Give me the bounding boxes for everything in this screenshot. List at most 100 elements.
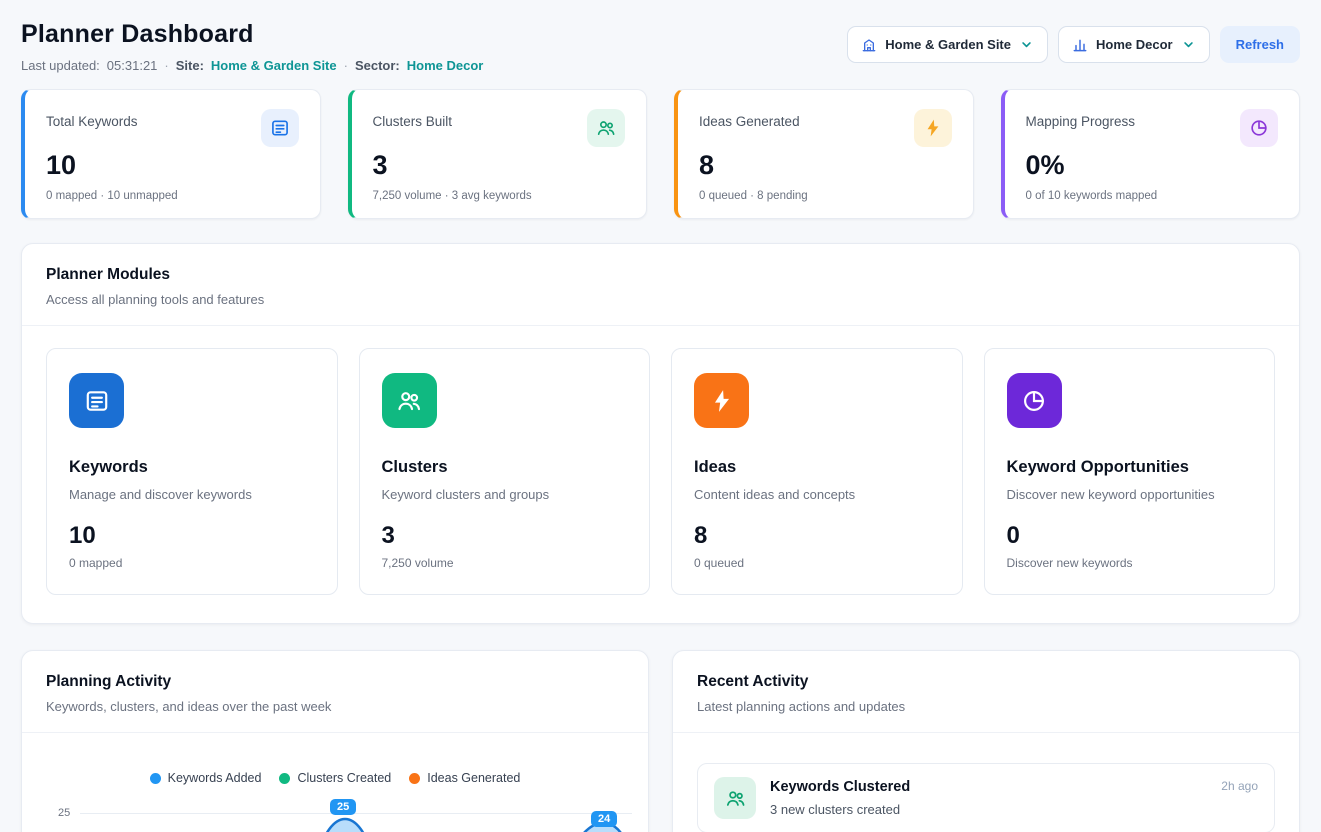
users-icon xyxy=(587,109,625,147)
area-series-keywords-added xyxy=(80,793,632,832)
bolt-icon xyxy=(694,373,749,428)
legend-label: Keywords Added xyxy=(168,771,262,785)
module-value: 0 xyxy=(1007,522,1253,550)
users-icon xyxy=(714,777,756,819)
module-value: 8 xyxy=(694,522,940,550)
stat-card-total-keywords: Total Keywords 10 0 mapped · 10 unmapped xyxy=(21,89,321,219)
stat-detail: 0 mapped · 10 unmapped xyxy=(46,190,299,202)
header-actions: Home & Garden Site Home Decor Refresh xyxy=(847,26,1300,63)
stat-detail: 0 queued · 8 pending xyxy=(699,190,952,202)
stat-card-mapping-progress: Mapping Progress 0% 0 of 10 keywords map… xyxy=(1001,89,1301,219)
building-icon xyxy=(861,37,877,53)
module-title: Keyword Opportunities xyxy=(1007,458,1253,477)
data-point-label: 25 xyxy=(330,799,356,815)
sector-label: Sector: xyxy=(355,58,400,73)
panel-title: Planning Activity xyxy=(46,673,624,691)
legend-dot xyxy=(150,773,161,784)
pie-chart-icon xyxy=(1007,373,1062,428)
header-left: Planner Dashboard Last updated: 05:31:21… xyxy=(21,20,483,73)
activity-item-description: 3 new clusters created xyxy=(770,802,1207,817)
module-description: Content ideas and concepts xyxy=(694,487,940,502)
document-icon xyxy=(261,109,299,147)
planner-dashboard-page: Planner Dashboard Last updated: 05:31:21… xyxy=(0,0,1321,832)
module-description: Keyword clusters and groups xyxy=(382,487,628,502)
panel-subtitle: Keywords, clusters, and ideas over the p… xyxy=(46,699,624,714)
data-point-label: 24 xyxy=(591,811,617,827)
stat-card-ideas-generated: Ideas Generated 8 0 queued · 8 pending xyxy=(674,89,974,219)
last-updated-label: Last updated: xyxy=(21,58,100,73)
chevron-down-icon xyxy=(1019,37,1034,52)
stat-value: 8 xyxy=(699,150,952,181)
module-card-keywords[interactable]: Keywords Manage and discover keywords 10… xyxy=(46,348,338,595)
panel-title: Planner Modules xyxy=(46,266,1275,284)
recent-activity-header: Recent Activity Latest planning actions … xyxy=(673,651,1299,733)
stat-label: Mapping Progress xyxy=(1026,109,1136,129)
panel-subtitle: Access all planning tools and features xyxy=(46,292,1275,307)
activity-chart: 25 25 24 xyxy=(22,793,648,832)
header-meta: Last updated: 05:31:21 · Site: Home & Ga… xyxy=(21,58,483,73)
sector-selector-value: Home Decor xyxy=(1096,37,1173,52)
chart-legend: Keywords Added Clusters Created Ideas Ge… xyxy=(22,771,648,785)
bar-chart-icon xyxy=(1072,37,1088,53)
meta-separator: · xyxy=(344,58,348,73)
activity-list-item: Keywords Clustered 3 new clusters create… xyxy=(697,763,1275,832)
module-detail: Discover new keywords xyxy=(1007,556,1253,570)
bolt-icon xyxy=(914,109,952,147)
document-icon xyxy=(69,373,124,428)
module-card-clusters[interactable]: Clusters Keyword clusters and groups 3 7… xyxy=(359,348,651,595)
stat-value: 3 xyxy=(373,150,626,181)
stat-label: Clusters Built xyxy=(373,109,453,129)
module-value: 10 xyxy=(69,522,315,550)
y-axis-tick: 25 xyxy=(58,807,70,819)
module-card-keyword-opportunities[interactable]: Keyword Opportunities Discover new keywo… xyxy=(984,348,1276,595)
module-description: Manage and discover keywords xyxy=(69,487,315,502)
sector-value: Home Decor xyxy=(407,58,484,73)
stat-label: Ideas Generated xyxy=(699,109,800,129)
last-updated-value: 05:31:21 xyxy=(107,58,158,73)
meta-separator: · xyxy=(164,58,168,73)
module-title: Ideas xyxy=(694,458,940,477)
planner-modules-panel: Planner Modules Access all planning tool… xyxy=(21,243,1300,624)
stats-row: Total Keywords 10 0 mapped · 10 unmapped… xyxy=(21,89,1300,219)
site-selector-dropdown[interactable]: Home & Garden Site xyxy=(847,26,1048,63)
panel-subtitle: Latest planning actions and updates xyxy=(697,699,1275,714)
legend-label: Ideas Generated xyxy=(427,771,520,785)
users-icon xyxy=(382,373,437,428)
legend-item-ideas-generated: Ideas Generated xyxy=(409,771,520,785)
activity-item-title: Keywords Clustered xyxy=(770,779,1207,795)
sector-selector-dropdown[interactable]: Home Decor xyxy=(1058,26,1210,63)
stat-detail: 7,250 volume · 3 avg keywords xyxy=(373,190,626,202)
site-label: Site: xyxy=(176,58,204,73)
module-detail: 0 queued xyxy=(694,556,940,570)
stat-card-clusters-built: Clusters Built 3 7,250 volume · 3 avg ke… xyxy=(348,89,648,219)
chevron-down-icon xyxy=(1181,37,1196,52)
legend-item-clusters-created: Clusters Created xyxy=(279,771,391,785)
stat-value: 10 xyxy=(46,150,299,181)
legend-dot xyxy=(279,773,290,784)
stat-label: Total Keywords xyxy=(46,109,138,129)
site-selector-value: Home & Garden Site xyxy=(885,37,1011,52)
legend-label: Clusters Created xyxy=(297,771,391,785)
module-value: 3 xyxy=(382,522,628,550)
planner-modules-header: Planner Modules Access all planning tool… xyxy=(22,244,1299,326)
page-header: Planner Dashboard Last updated: 05:31:21… xyxy=(21,20,1300,73)
stat-detail: 0 of 10 keywords mapped xyxy=(1026,190,1279,202)
stat-value: 0% xyxy=(1026,150,1279,181)
planning-activity-header: Planning Activity Keywords, clusters, an… xyxy=(22,651,648,733)
recent-activity-panel: Recent Activity Latest planning actions … xyxy=(672,650,1300,832)
activity-item-body: Keywords Clustered 3 new clusters create… xyxy=(770,777,1207,817)
module-detail: 0 mapped xyxy=(69,556,315,570)
module-card-ideas[interactable]: Ideas Content ideas and concepts 8 0 que… xyxy=(671,348,963,595)
activity-item-timestamp: 2h ago xyxy=(1221,777,1258,793)
bottom-row: Planning Activity Keywords, clusters, an… xyxy=(21,650,1300,832)
planning-activity-panel: Planning Activity Keywords, clusters, an… xyxy=(21,650,649,832)
legend-dot xyxy=(409,773,420,784)
panel-title: Recent Activity xyxy=(697,673,1275,691)
legend-item-keywords-added: Keywords Added xyxy=(150,771,262,785)
pie-chart-icon xyxy=(1240,109,1278,147)
module-description: Discover new keyword opportunities xyxy=(1007,487,1253,502)
site-value: Home & Garden Site xyxy=(211,58,337,73)
page-title: Planner Dashboard xyxy=(21,20,483,49)
refresh-button[interactable]: Refresh xyxy=(1220,26,1300,63)
modules-grid: Keywords Manage and discover keywords 10… xyxy=(22,326,1299,623)
